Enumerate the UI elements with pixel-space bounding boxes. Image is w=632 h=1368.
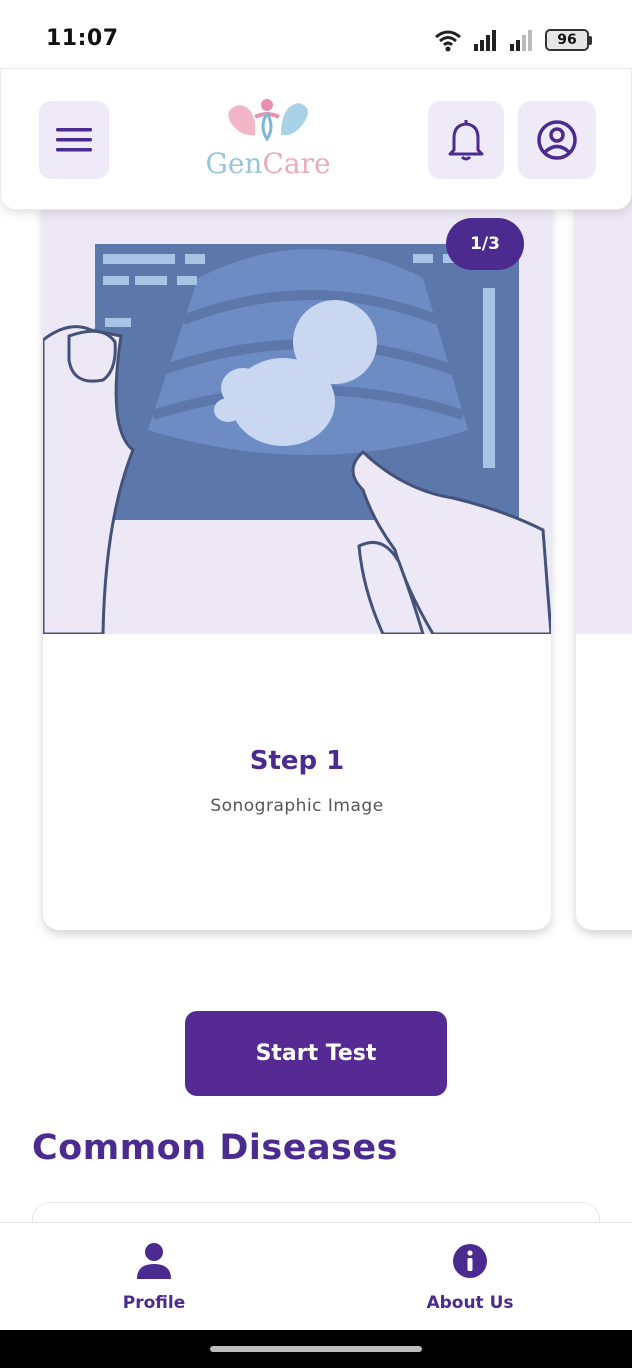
start-test-button[interactable]: Start Test [185, 1011, 447, 1096]
system-navigation-bar [0, 1330, 632, 1368]
nav-label-about: About Us [426, 1293, 514, 1313]
common-diseases-title: Common Diseases [32, 1128, 398, 1168]
step-card[interactable]: Step 1 Sonographic Image [43, 190, 551, 930]
home-gesture-handle[interactable] [210, 1346, 422, 1352]
step-title: Step 1 [249, 746, 345, 776]
step-text-area: Step 1 Sonographic Image [43, 634, 551, 930]
notifications-button[interactable] [428, 101, 504, 179]
next-step-card[interactable] [576, 190, 632, 930]
menu-button[interactable] [39, 101, 109, 179]
logo-mark-icon [228, 99, 308, 142]
bottom-navigation: Profile About Us [0, 1222, 632, 1330]
logo-text-care: Care [262, 147, 331, 180]
menu-icon [56, 128, 92, 152]
person-icon [137, 1243, 171, 1279]
status-icons: 96 [433, 26, 592, 54]
slide-indicator-badge: 1/3 [446, 218, 524, 270]
nav-item-about[interactable]: About Us [370, 1223, 570, 1331]
logo-text: GenCare [201, 147, 335, 180]
next-step-image [576, 190, 632, 634]
logo-text-gen: Gen [205, 147, 263, 180]
bell-icon [448, 120, 484, 161]
signal-icon [474, 30, 496, 51]
signal-weak-icon [510, 30, 532, 51]
nav-item-profile[interactable]: Profile [54, 1223, 254, 1331]
account-button[interactable] [518, 101, 596, 179]
gencare-logo: GenCare [201, 95, 335, 195]
app-header: GenCare [0, 68, 632, 210]
info-icon [453, 1244, 487, 1278]
status-bar: 11:07 96 [0, 0, 632, 70]
nav-label-profile: Profile [122, 1293, 186, 1313]
wifi-icon [435, 30, 461, 52]
step-subtitle: Sonographic Image [210, 796, 384, 816]
battery-level: 96 [545, 29, 589, 51]
status-time: 11:07 [46, 26, 119, 51]
battery-icon: 96 [545, 29, 592, 51]
steps-carousel[interactable]: Step 1 Sonographic Image 1/3 [0, 190, 632, 950]
account-circle-icon [537, 120, 577, 160]
